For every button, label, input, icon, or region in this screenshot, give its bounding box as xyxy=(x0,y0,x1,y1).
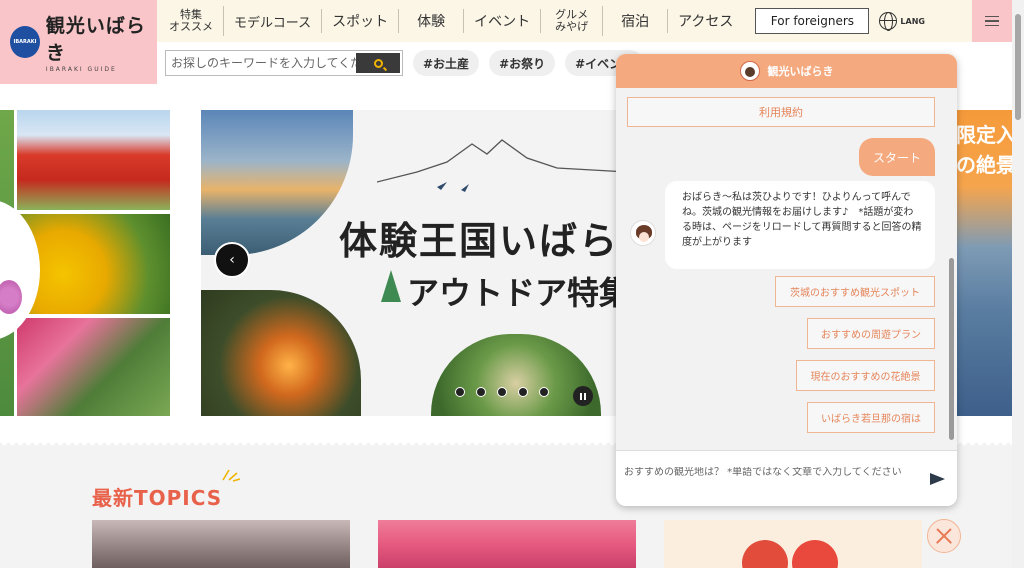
suggestion-flowers[interactable]: 現在のおすすめの花絶景 xyxy=(796,360,935,391)
hero-photo-forest xyxy=(431,334,601,416)
chevron-left-icon: ‹ xyxy=(229,252,235,268)
hero-next-slide[interactable]: 限定入 の絶景 xyxy=(956,110,1012,416)
chat-input-row xyxy=(616,450,957,506)
nav-gourmet-label-2: みやげ xyxy=(555,20,589,33)
bot-avatar-icon xyxy=(630,220,656,246)
carousel-dots xyxy=(455,387,549,397)
topic-card-decoration xyxy=(742,540,788,568)
bot-message: おばらき〜私は茨ひよりです！ひよりんって呼んでね。茨城の観光情報をお届けします♪… xyxy=(665,181,935,269)
chat-title: 観光いばらき xyxy=(767,65,834,78)
tree-icon xyxy=(381,270,401,302)
pause-icon xyxy=(584,392,586,400)
carousel-prev-button[interactable]: ‹ xyxy=(214,242,250,278)
hero-prev-slide[interactable] xyxy=(0,110,170,416)
suggestion-sightseeing[interactable]: 茨城のおすすめ観光スポット xyxy=(775,276,935,307)
suggestion-inn[interactable]: いばらき若旦那の宿は xyxy=(807,402,935,433)
nav-stay[interactable]: 宿泊 xyxy=(603,9,669,33)
carousel-dot[interactable] xyxy=(455,387,465,397)
chat-scroll-thumb[interactable] xyxy=(949,258,954,440)
logo-title: 観光いばらき xyxy=(45,15,146,64)
topic-card-event[interactable] xyxy=(664,520,922,568)
logo-text: 観光いばらき IBARAKI GUIDE xyxy=(46,11,157,73)
send-icon[interactable] xyxy=(930,472,945,485)
mountain-illustration-icon xyxy=(377,139,621,192)
chatbot-window: 観光いばらき 利用規約 スタート おばらき〜私は茨ひよりです！ひよりんって呼んで… xyxy=(616,54,957,506)
hero-photo-kochia xyxy=(17,110,170,210)
main-nav: 特集 オススメ モデルコース スポット 体験 イベント グルメ みやげ 宿泊 ア… xyxy=(157,0,972,42)
page-scrollbar[interactable] xyxy=(1012,0,1024,568)
search-button[interactable] xyxy=(356,53,400,73)
lang-label: LANG xyxy=(900,16,925,26)
site-logo[interactable]: IBARAKI 観光いばらき IBARAKI GUIDE xyxy=(0,0,157,84)
terms-button[interactable]: 利用規約 xyxy=(627,97,935,127)
tag-souvenir[interactable]: #お土産 xyxy=(413,50,480,76)
suggestion-plan[interactable]: おすすめの周遊プラン xyxy=(807,318,935,349)
nav-event[interactable]: イベント xyxy=(464,9,542,33)
hero-carousel-slide[interactable]: 体験王国いばらき アウトドア特集 xyxy=(201,110,621,416)
chat-avatar-icon xyxy=(739,61,760,81)
pause-icon xyxy=(580,392,582,400)
topic-card-cherry[interactable] xyxy=(92,520,350,568)
menu-icon-bar xyxy=(985,24,999,27)
nav-feature-label-2: オススメ xyxy=(169,20,213,33)
tag-festival[interactable]: #お祭り xyxy=(489,50,556,76)
chat-scrollbar[interactable] xyxy=(949,88,955,450)
hero-photo-campfire xyxy=(201,290,361,416)
logo-subtitle: IBARAKI GUIDE xyxy=(45,66,117,73)
hero-subline: アウトドア特集 xyxy=(407,274,621,312)
search-box xyxy=(165,50,403,76)
chat-header: 観光いばらき xyxy=(616,54,957,88)
topics-title: 最新TOPICS xyxy=(92,486,223,510)
hero-photo-sunset xyxy=(201,110,353,255)
hero-photo-sunflower xyxy=(17,214,170,314)
topic-card-decoration xyxy=(792,540,838,568)
nav-experience[interactable]: 体験 xyxy=(399,9,465,33)
carousel-dot[interactable] xyxy=(497,387,507,397)
logo-badge-text: IBARAKI xyxy=(13,39,37,45)
nav-access[interactable]: アクセス xyxy=(668,9,743,33)
nav-gourmet[interactable]: グルメ みやげ xyxy=(541,6,604,36)
carousel-pause-button[interactable] xyxy=(573,386,593,406)
carousel-dot[interactable] xyxy=(476,387,486,397)
hero-headline: 体験王国いばらき xyxy=(339,219,621,263)
search-input[interactable] xyxy=(166,56,356,70)
chat-messages[interactable]: 利用規約 スタート おばらき〜私は茨ひよりです！ひよりんって呼んでね。茨城の観光… xyxy=(616,88,957,450)
nav-model-course[interactable]: モデルコース xyxy=(224,9,323,33)
logo-badge-icon: IBARAKI xyxy=(10,26,40,58)
page-scroll-thumb[interactable] xyxy=(1015,14,1021,120)
nav-feature[interactable]: 特集 オススメ xyxy=(157,6,224,36)
hero-next-slide-text: 限定入 の絶景 xyxy=(956,123,1012,177)
start-message: スタート xyxy=(859,138,935,176)
menu-icon-bar xyxy=(985,15,999,18)
chat-close-button[interactable] xyxy=(927,519,961,553)
menu-icon-bar xyxy=(985,20,999,22)
carousel-dot[interactable] xyxy=(518,387,528,397)
carousel-dot[interactable] xyxy=(539,387,549,397)
lang-button[interactable]: LANG xyxy=(879,12,925,31)
topic-card-moss-phlox[interactable] xyxy=(378,520,636,568)
hero-photo-roses xyxy=(17,318,170,416)
for-foreigners-button[interactable]: For foreigners xyxy=(755,8,870,34)
search-icon xyxy=(373,58,383,68)
nav-spot[interactable]: スポット xyxy=(322,9,400,33)
sparkle-icon xyxy=(222,469,241,482)
hamburger-menu-button[interactable] xyxy=(972,0,1012,42)
globe-icon xyxy=(879,12,898,31)
chat-input[interactable] xyxy=(624,467,930,478)
